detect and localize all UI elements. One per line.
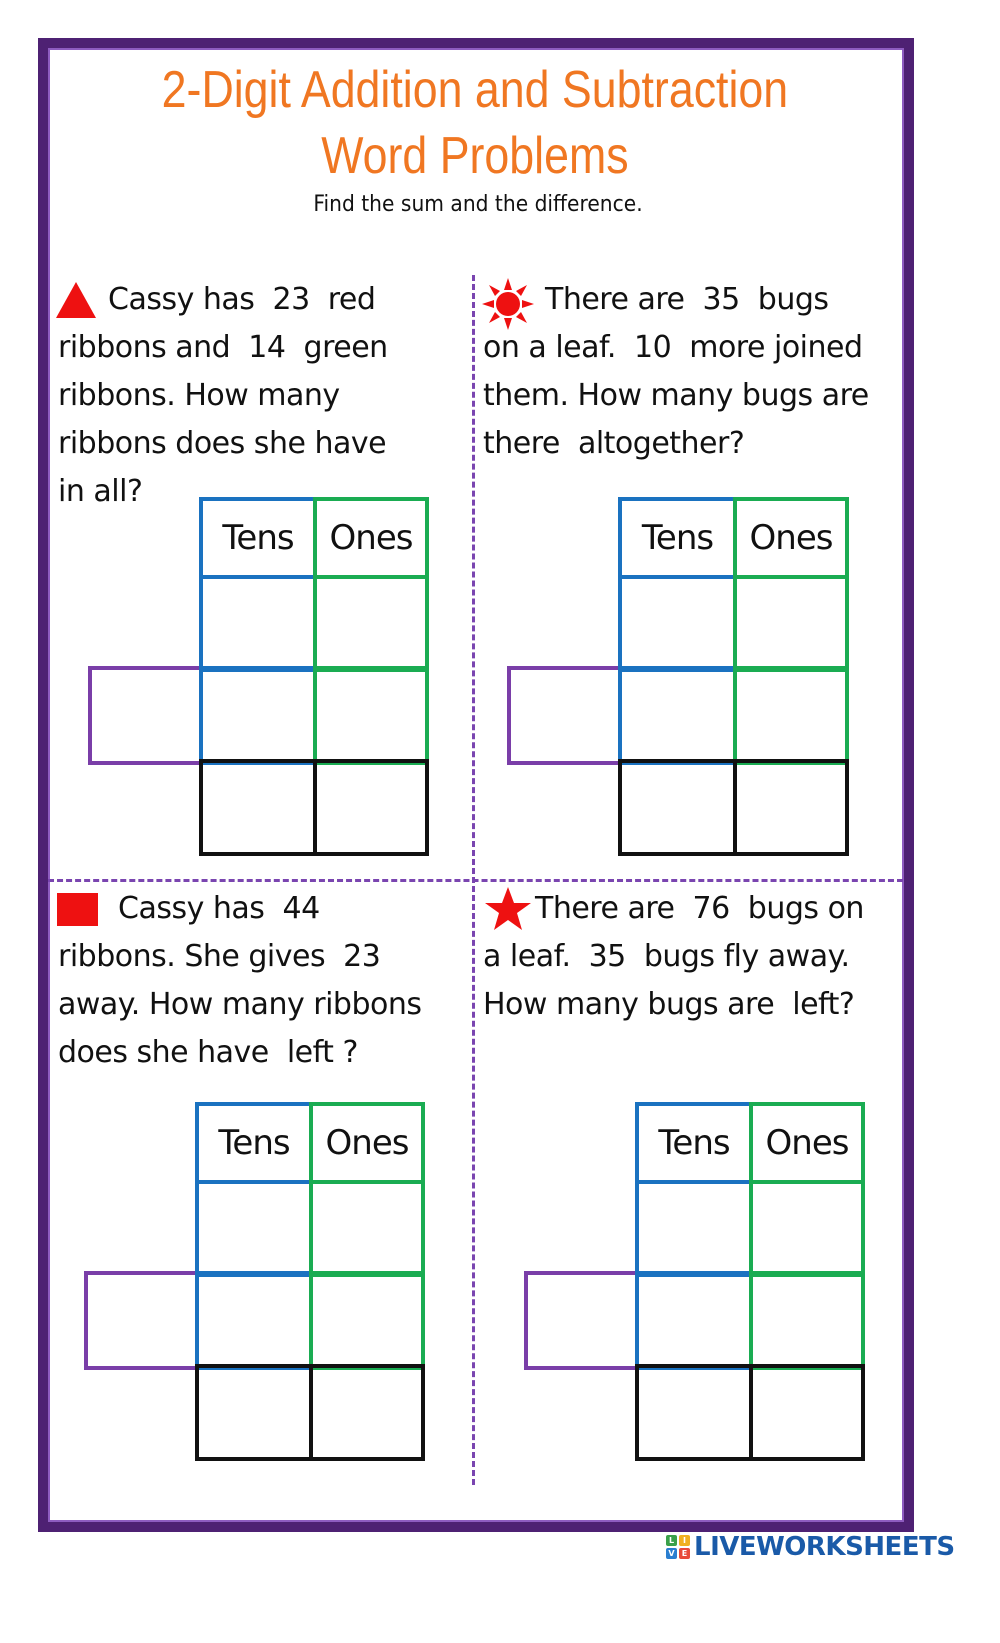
ones-input-row-2[interactable] bbox=[749, 1271, 865, 1370]
liveworksheets-logo-icon: L I V E bbox=[666, 1535, 690, 1559]
ones-input-row-2[interactable] bbox=[309, 1271, 425, 1370]
tens-header: Tens bbox=[618, 497, 737, 579]
ones-input-row-1[interactable] bbox=[749, 1180, 865, 1277]
tens-input-row-2[interactable] bbox=[618, 666, 737, 765]
ones-input-row-1[interactable] bbox=[309, 1180, 425, 1277]
problem-line: them. How many bugs are bbox=[483, 378, 869, 413]
ones-input-row-1[interactable] bbox=[733, 575, 849, 672]
logo-letter: V bbox=[666, 1548, 677, 1559]
problem-line: ribbons and 14 green bbox=[58, 330, 388, 365]
tens-header: Tens bbox=[199, 497, 317, 579]
problem-line: away. How many ribbons bbox=[58, 987, 422, 1022]
brand-name: LIVEWORKSHEETS bbox=[694, 1532, 955, 1562]
tens-answer-input[interactable] bbox=[618, 759, 737, 856]
problem-line: Cassy has 44 bbox=[118, 891, 320, 926]
ones-answer-input[interactable] bbox=[313, 759, 429, 856]
ones-header: Ones bbox=[309, 1102, 425, 1184]
operation-sign-input[interactable] bbox=[84, 1271, 199, 1370]
ones-input-row-2[interactable] bbox=[733, 666, 849, 765]
tens-input-row-1[interactable] bbox=[195, 1180, 313, 1277]
ones-header: Ones bbox=[313, 497, 429, 579]
ones-header: Ones bbox=[749, 1102, 865, 1184]
problem-line: There are 35 bugs bbox=[545, 282, 829, 317]
problem-line: ribbons. How many bbox=[58, 378, 340, 413]
ones-input-row-1[interactable] bbox=[313, 575, 429, 672]
operation-sign-input[interactable] bbox=[524, 1271, 639, 1370]
worksheet-title-line-1: 2-Digit Addition and Subtraction bbox=[161, 61, 789, 119]
problem-line: on a leaf. 10 more joined bbox=[483, 330, 863, 365]
tens-input-row-1[interactable] bbox=[199, 575, 317, 672]
logo-letter: E bbox=[679, 1548, 690, 1559]
problem-2-text: There are 35 bugs on a leaf. 10 more joi… bbox=[483, 276, 913, 468]
logo-letter: I bbox=[679, 1535, 690, 1546]
ones-input-row-2[interactable] bbox=[313, 666, 429, 765]
horizontal-divider bbox=[48, 879, 903, 882]
problem-line: There are 76 bugs on bbox=[535, 891, 864, 926]
tens-input-row-1[interactable] bbox=[618, 575, 737, 672]
tens-header: Tens bbox=[195, 1102, 313, 1184]
problem-line: Cassy has 23 red bbox=[108, 282, 376, 317]
problem-3-text: Cassy has 44 ribbons. She gives 23 away.… bbox=[58, 885, 478, 1077]
tens-input-row-2[interactable] bbox=[199, 666, 317, 765]
problem-line: ribbons. She gives 23 bbox=[58, 939, 381, 974]
liveworksheets-branding: L I V E LIVEWORKSHEETS bbox=[666, 1531, 955, 1563]
tens-header: Tens bbox=[635, 1102, 753, 1184]
problem-1-text: Cassy has 23 red ribbons and 14 green ri… bbox=[58, 276, 478, 516]
problem-line: ribbons does she have bbox=[58, 426, 387, 461]
problem-4-text: There are 76 bugs on a leaf. 35 bugs fly… bbox=[483, 885, 913, 1029]
problem-line: How many bugs are left? bbox=[483, 987, 855, 1022]
tens-input-row-1[interactable] bbox=[635, 1180, 753, 1277]
ones-answer-input[interactable] bbox=[749, 1364, 865, 1461]
operation-sign-input[interactable] bbox=[507, 666, 622, 765]
operation-sign-input[interactable] bbox=[88, 666, 203, 765]
tens-answer-input[interactable] bbox=[635, 1364, 753, 1461]
ones-answer-input[interactable] bbox=[733, 759, 849, 856]
worksheet-instructions: Find the sum and the difference. bbox=[313, 192, 643, 217]
tens-input-row-2[interactable] bbox=[635, 1271, 753, 1370]
logo-letter: L bbox=[666, 1535, 677, 1546]
problem-line: there altogether? bbox=[483, 426, 745, 461]
problem-line: does she have left ? bbox=[58, 1035, 358, 1070]
problem-line: a leaf. 35 bugs fly away. bbox=[483, 939, 850, 974]
tens-input-row-2[interactable] bbox=[195, 1271, 313, 1370]
worksheet-title-line-2: Word Problems bbox=[321, 127, 629, 185]
tens-answer-input[interactable] bbox=[195, 1364, 313, 1461]
tens-answer-input[interactable] bbox=[199, 759, 317, 856]
ones-answer-input[interactable] bbox=[309, 1364, 425, 1461]
ones-header: Ones bbox=[733, 497, 849, 579]
